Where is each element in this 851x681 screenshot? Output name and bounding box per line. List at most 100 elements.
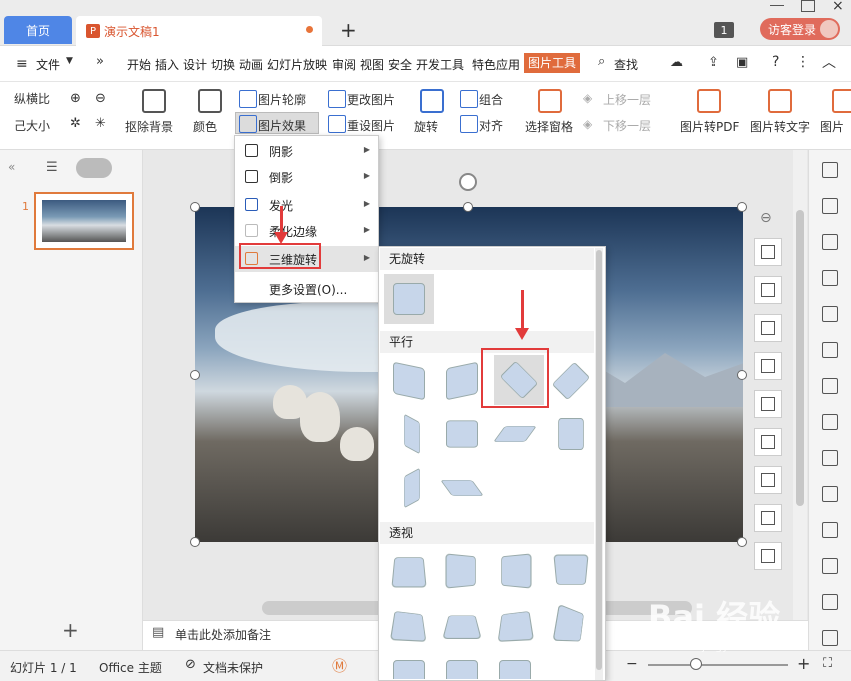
brightness-up-icon[interactable]: ✲ (70, 116, 81, 131)
brightness-down-icon[interactable]: ✳ (95, 116, 106, 131)
rotation-option[interactable] (388, 655, 430, 679)
rotation-option[interactable] (441, 413, 483, 455)
reset-picture-button[interactable]: 重设图片 (347, 117, 395, 134)
picture-to-pdf-button[interactable]: 图片转PDF (680, 118, 739, 135)
tab-document[interactable]: P 演示文稿1 (76, 16, 322, 46)
selection-pane-button[interactable]: 选择窗格 (525, 118, 573, 135)
menu-more-settings[interactable]: 更多设置(O)... (235, 276, 378, 302)
resize-handle[interactable] (190, 537, 200, 547)
resize-handle[interactable] (190, 202, 200, 212)
menu-shadow[interactable]: 阴影 ▶ (235, 138, 378, 164)
lock-aspect-ratio[interactable]: 纵横比 (14, 90, 50, 107)
zoom-out-button[interactable]: − (626, 656, 638, 672)
hamburger-icon[interactable]: ≡ (16, 56, 28, 72)
slide-thumbnail[interactable] (34, 192, 134, 250)
color-button[interactable]: 颜色 (193, 118, 217, 135)
crop-tool-button[interactable] (754, 238, 782, 266)
menu-security[interactable]: 安全 (388, 56, 412, 73)
rotate-handle-icon[interactable] (459, 173, 477, 191)
image-tool-button[interactable] (754, 504, 782, 532)
outline-view-icon[interactable]: ☰ (46, 160, 58, 175)
shield-icon[interactable] (822, 630, 838, 646)
rotation-option[interactable] (391, 413, 433, 455)
zoom-slider-handle[interactable] (690, 658, 702, 670)
chevron-down-icon[interactable]: ▼ (66, 56, 73, 66)
remove-background-button[interactable]: 抠除背景 (125, 118, 173, 135)
rotation-option[interactable] (494, 604, 536, 646)
rotation-option[interactable] (441, 655, 483, 679)
split-tool-button[interactable] (754, 314, 782, 342)
resize-handle[interactable] (737, 537, 747, 547)
menu-animation[interactable]: 动画 (239, 56, 263, 73)
table-icon[interactable] (822, 306, 838, 322)
more-options-icon[interactable]: ⋮ (796, 54, 810, 70)
rotation-option[interactable] (441, 360, 483, 402)
resize-handle[interactable] (463, 202, 473, 212)
rotation-option[interactable] (550, 550, 592, 592)
zoom-tool-button[interactable] (754, 352, 782, 380)
wps-logo-icon[interactable]: Ⓜ (332, 655, 347, 676)
crop-icon[interactable]: ⊖ (95, 91, 106, 106)
search-icon[interactable]: ⌕ (598, 54, 605, 69)
selection-pane-icon[interactable] (538, 89, 562, 113)
fill-icon[interactable] (822, 270, 838, 286)
minimize-icon[interactable] (770, 0, 784, 6)
menu-transition[interactable]: 切换 (211, 56, 235, 73)
group-icon[interactable] (460, 90, 478, 108)
rotate-icon[interactable] (420, 89, 444, 113)
archive-icon[interactable] (822, 522, 838, 538)
chart-icon[interactable] (822, 378, 838, 394)
settings-icon[interactable] (822, 414, 838, 430)
audio-icon[interactable] (822, 594, 838, 610)
rotation-option[interactable] (550, 413, 592, 455)
picture-effect-icon[interactable] (239, 115, 257, 133)
ocr-tool-button[interactable] (754, 466, 782, 494)
gallery-scroll-thumb[interactable] (596, 250, 602, 670)
collapse-pane-icon[interactable]: « (8, 160, 15, 174)
group-button[interactable]: 组合 (479, 91, 503, 108)
fit-window-icon[interactable]: ⛶ (823, 656, 832, 671)
fit-tool-button[interactable] (754, 390, 782, 418)
change-picture-icon[interactable] (328, 90, 346, 108)
rotation-option[interactable] (494, 550, 536, 592)
menu-design[interactable]: 设计 (183, 56, 207, 73)
vertical-scroll-thumb[interactable] (796, 210, 804, 506)
rotation-option[interactable] (441, 550, 483, 592)
rotation-option[interactable] (550, 360, 592, 402)
convert-tool-button[interactable] (754, 428, 782, 456)
rotation-option[interactable] (550, 603, 592, 646)
picture-icon[interactable] (822, 558, 838, 574)
menu-slideshow[interactable]: 幻灯片放映 (267, 56, 327, 73)
collapse-ribbon-icon[interactable]: ︿ (822, 52, 836, 72)
reset-picture-icon[interactable] (328, 115, 346, 133)
bring-forward-button[interactable]: 上移一层 (603, 91, 651, 108)
maximize-icon[interactable] (801, 0, 815, 12)
notes-placeholder[interactable]: 单击此处添加备注 (175, 626, 271, 643)
new-tab-button[interactable]: + (340, 18, 357, 42)
picture-outline-icon[interactable] (239, 90, 257, 108)
resize-handle[interactable] (190, 370, 200, 380)
resize-handle[interactable] (737, 370, 747, 380)
menu-soft-edge[interactable]: 柔化边缘 ▶ (235, 218, 378, 244)
remove-background-icon[interactable] (142, 89, 166, 113)
reset-size[interactable]: 己大小 (14, 117, 50, 134)
menu-reflection[interactable]: 倒影 ▶ (235, 164, 378, 190)
add-slide-button[interactable]: + (62, 618, 79, 642)
picture-outline-button[interactable]: 图片轮廓 (258, 91, 306, 108)
menu-file[interactable]: 文件 (36, 56, 60, 73)
rotation-option[interactable] (494, 655, 536, 679)
picture-more-icon[interactable] (832, 89, 851, 113)
rotation-option[interactable] (388, 360, 430, 402)
picture-to-text-button[interactable]: 图片转文字 (750, 118, 810, 135)
rotation-option[interactable] (441, 604, 483, 646)
send-backward-button[interactable]: 下移一层 (603, 117, 651, 134)
gallery-icon[interactable] (822, 450, 838, 466)
grid-icon[interactable] (822, 342, 838, 358)
rotation-option[interactable] (388, 550, 430, 592)
menu-view[interactable]: 视图 (360, 56, 384, 73)
resize-handle[interactable] (737, 202, 747, 212)
menu-glow[interactable]: 发光▶ (235, 192, 378, 218)
pattern-tool-button[interactable] (754, 542, 782, 570)
tab-home[interactable]: 首页 (4, 16, 72, 44)
menu-insert[interactable]: 插入 (155, 56, 179, 73)
